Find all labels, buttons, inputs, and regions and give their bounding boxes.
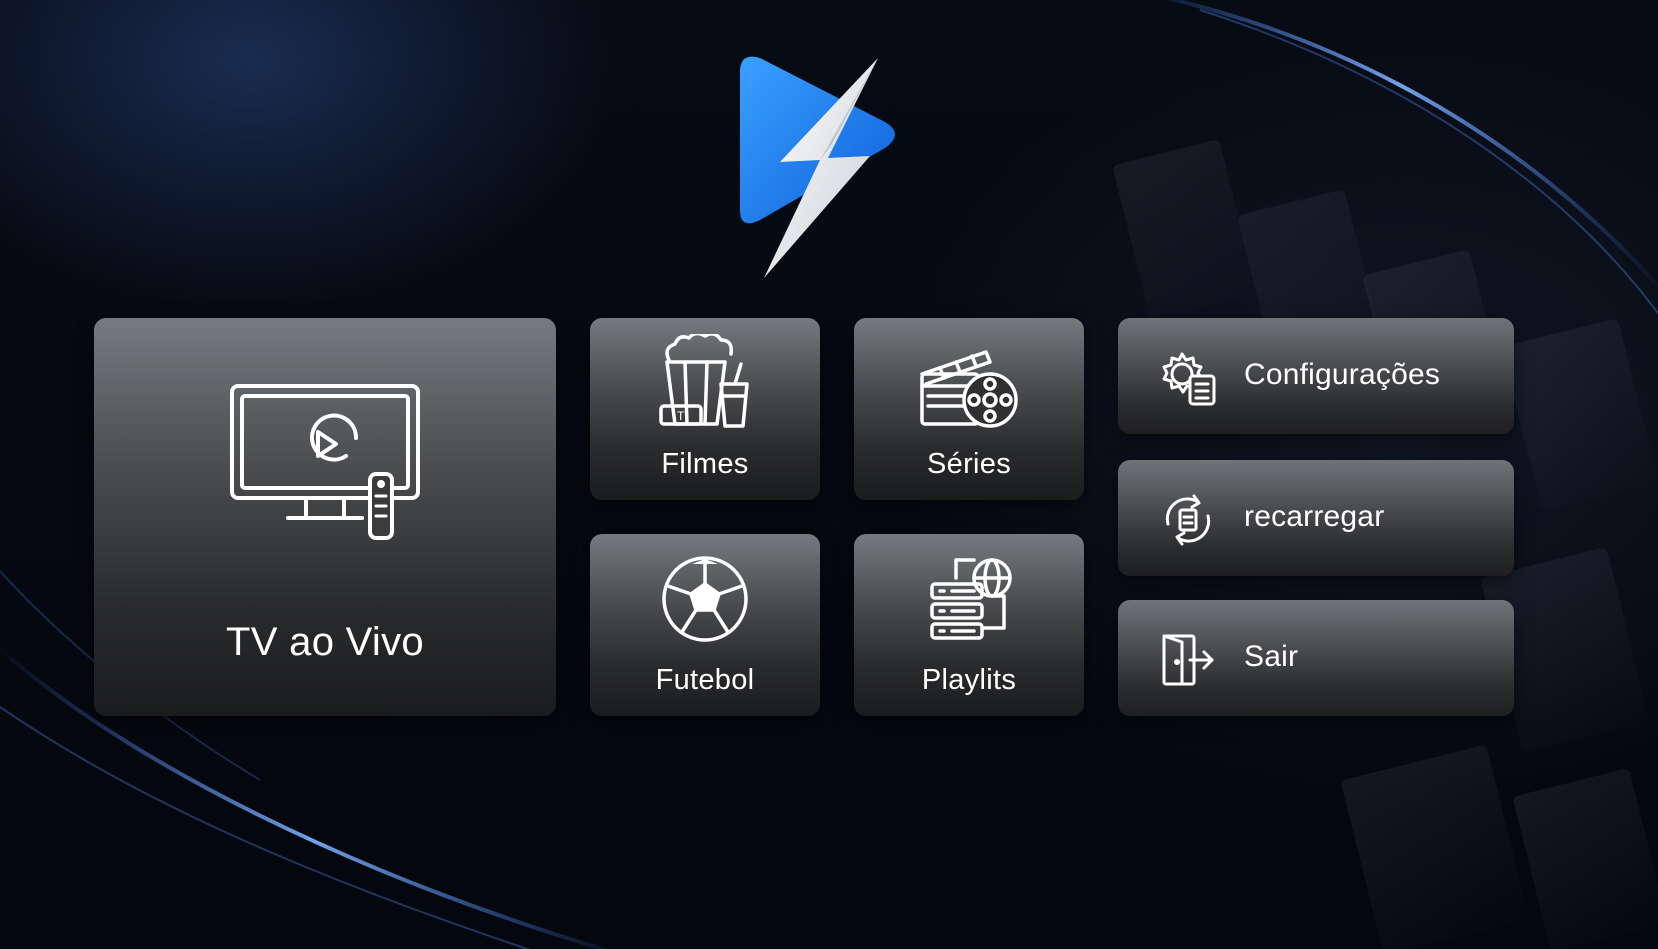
reload-button[interactable]: recarregar xyxy=(1118,460,1514,576)
tv-remote-icon xyxy=(230,384,420,540)
football-tile[interactable]: Futebol xyxy=(590,534,820,716)
soccer-ball-icon xyxy=(662,556,748,642)
server-globe-icon xyxy=(930,558,1012,640)
series-label: Séries xyxy=(927,448,1011,480)
gear-settings-icon xyxy=(1162,352,1216,406)
playlists-label: Playlits xyxy=(921,664,1017,696)
exit-door-icon xyxy=(1162,634,1214,686)
movies-label: Filmes xyxy=(661,448,749,480)
reload-icon xyxy=(1165,494,1211,546)
clapperboard-film-reel-icon xyxy=(920,350,1018,428)
popcorn-icon: T xyxy=(659,334,749,428)
settings-button[interactable]: Configurações xyxy=(1118,318,1514,434)
movies-tile[interactable]: T Filmes xyxy=(590,318,820,500)
live-tv-label: TV ao Vivo xyxy=(226,620,424,664)
exit-label: Sair xyxy=(1244,640,1299,673)
exit-button[interactable]: Sair xyxy=(1118,600,1514,716)
app-logo xyxy=(740,56,895,278)
playlists-tile[interactable]: Playlits xyxy=(854,534,1084,716)
settings-label: Configurações xyxy=(1244,358,1441,391)
reload-label: recarregar xyxy=(1244,500,1385,533)
home-screen: TV ao Vivo T Filmes Séries Futebol Playl… xyxy=(0,0,1658,949)
football-label: Futebol xyxy=(655,664,755,696)
svg-text:T: T xyxy=(677,409,685,423)
live-tv-tile[interactable]: TV ao Vivo xyxy=(94,318,556,716)
series-tile[interactable]: Séries xyxy=(854,318,1084,500)
